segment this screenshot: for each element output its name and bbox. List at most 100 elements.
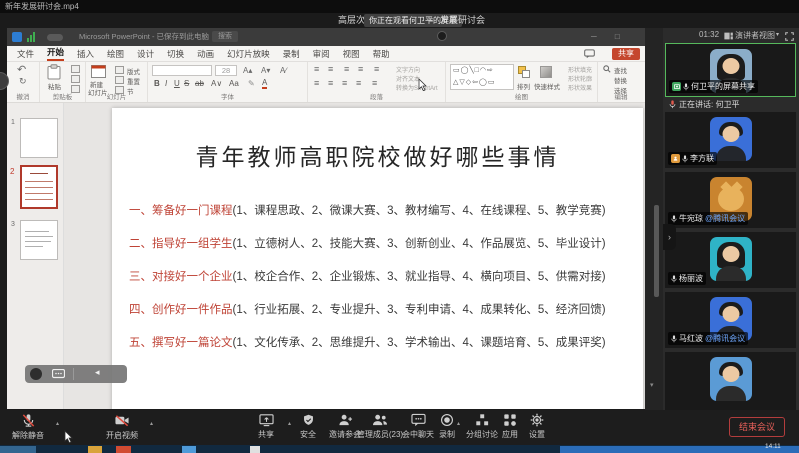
fullscreen-icon[interactable] [785, 32, 794, 41]
bold-button[interactable]: B [154, 79, 160, 88]
find-label[interactable]: 查找 [614, 65, 627, 75]
clear-format-icon[interactable]: A∕ [280, 66, 287, 75]
indent-increase-icon[interactable]: ≡ [358, 64, 363, 74]
italic-button[interactable]: I [165, 79, 167, 88]
reset-label[interactable]: 重置 [127, 76, 140, 86]
align-right-icon[interactable]: ≡ [342, 78, 347, 88]
slide-item-lead: 五、撰写好一篇论文 [129, 337, 233, 349]
quick-styles-icon[interactable] [540, 66, 552, 78]
replace-label[interactable]: 替换 [614, 75, 627, 85]
font-name-combobox[interactable] [152, 65, 212, 76]
copy-icon[interactable] [71, 75, 80, 83]
arrange-icon[interactable] [518, 66, 530, 78]
arrange-label[interactable]: 排列 [517, 81, 530, 91]
tab-animations[interactable]: 动画 [197, 48, 214, 60]
share-screen-icon [259, 413, 274, 427]
comments-icon[interactable] [584, 49, 595, 59]
font-size-combobox[interactable]: 28 [215, 65, 237, 76]
paste-icon[interactable] [47, 64, 61, 80]
unmute-button[interactable]: 解除静音 [4, 413, 52, 441]
ribbon-group-drawing: ▭◯╲□◠⇨ △▽◇⇦◯▭ 排列 快速样式 形状填充 形状轮廓 形状效果 绘图 [446, 62, 598, 102]
participant-tile[interactable]: 马红波@腾讯会议 [665, 292, 796, 348]
undo-icon[interactable]: ↶ [17, 63, 26, 76]
speaking-indicator: 正在讲话: 何卫平 [669, 99, 739, 110]
settings-button[interactable]: 设置 [519, 413, 555, 440]
ppt-search-box[interactable]: 搜索 [212, 31, 238, 42]
text-direction-label[interactable]: 文字方向 [396, 65, 420, 74]
cut-icon[interactable] [71, 65, 80, 73]
tab-design[interactable]: 设计 [137, 48, 154, 60]
layout-label[interactable]: 版式 [127, 66, 140, 76]
font-color-button[interactable]: A [262, 79, 267, 89]
indent-decrease-icon[interactable]: ≡ [344, 64, 349, 74]
align-center-icon[interactable]: ≡ [328, 78, 333, 88]
tab-review[interactable]: 审阅 [313, 48, 330, 60]
redo-icon[interactable]: ↻ [19, 76, 27, 87]
account-avatar[interactable] [437, 31, 447, 41]
columns-icon[interactable]: ≡ [372, 78, 377, 88]
tab-slideshow[interactable]: 幻灯片放映 [227, 48, 270, 60]
video-options-caret-icon[interactable]: ▴ [150, 420, 153, 427]
slide[interactable]: 青年教师高职院校做好哪些事情 一、筹备好一门课程(1、课程思政、2、微课大赛、3… [112, 108, 643, 409]
align-text-label[interactable]: 对齐文本 [396, 74, 420, 83]
security-button[interactable]: 安全 [290, 413, 326, 440]
text-shadow-button[interactable]: ab [195, 79, 204, 88]
chevron-right-icon: › [668, 232, 671, 242]
tab-transitions[interactable]: 切换 [167, 48, 184, 60]
mute-options-caret-icon[interactable]: ▴ [56, 420, 59, 427]
autosave-toggle[interactable] [47, 34, 63, 41]
underline-button[interactable]: U [174, 79, 180, 88]
shape-outline-label[interactable]: 形状轮廓 [568, 74, 592, 83]
tab-home[interactable]: 开始 [47, 46, 64, 61]
thumbnail-slide-1[interactable] [20, 118, 58, 158]
ppt-share-button[interactable]: 共享 [612, 48, 640, 60]
tab-draw[interactable]: 绘图 [107, 48, 124, 60]
message-icon[interactable] [52, 369, 65, 379]
end-meeting-button[interactable]: 结束会议 [729, 417, 785, 437]
thumbnail-slide-2[interactable] [20, 165, 58, 209]
participant-suffix: @腾讯会议 [705, 213, 745, 224]
grow-font-icon[interactable]: A▴ [243, 66, 252, 75]
tab-help[interactable]: 帮助 [373, 48, 390, 60]
numbering-icon[interactable]: ≡ [328, 64, 333, 74]
highlight-pen-icon[interactable]: ✎ [248, 79, 255, 88]
quick-styles-label[interactable]: 快速样式 [534, 81, 560, 91]
sidebar-collapse-handle[interactable]: › [663, 224, 676, 250]
shapes-gallery[interactable]: ▭◯╲□◠⇨ △▽◇⇦◯▭ [450, 64, 514, 90]
tab-file[interactable]: 文件 [17, 48, 34, 60]
bullets-icon[interactable]: ≡ [314, 64, 319, 74]
collapse-left-icon[interactable]: ◂ [95, 367, 100, 378]
char-spacing-button[interactable]: A∨ [211, 79, 222, 88]
participant-tile[interactable]: 杨丽波 [665, 232, 796, 288]
shape-fill-label[interactable]: 形状填充 [568, 65, 592, 74]
ribbon-group-slides: 新建 幻灯片 版式 重置 节 幻灯片 [86, 62, 148, 102]
start-video-button[interactable]: 开启视频 [98, 413, 146, 441]
participant-name: 马红波 [679, 333, 703, 344]
tab-record[interactable]: 录制 [283, 48, 300, 60]
tab-view[interactable]: 视图 [343, 48, 360, 60]
justify-icon[interactable]: ≡ [356, 78, 361, 88]
emoji-icon[interactable] [30, 368, 42, 380]
paste-label[interactable]: 粘贴 [48, 81, 61, 91]
thumbnail-slide-3[interactable] [20, 220, 58, 260]
new-slide-icon[interactable] [91, 65, 106, 78]
participant-tile[interactable] [665, 352, 796, 410]
participant-tile[interactable]: 李方联 [665, 112, 796, 168]
line-spacing-icon[interactable]: ≡ [374, 64, 379, 74]
mic-muted-icon [21, 413, 36, 428]
strikethrough-button[interactable]: S [184, 79, 189, 88]
participant-tile[interactable]: 何卫平的屏幕共享 [665, 43, 796, 97]
change-case-button[interactable]: Aa [229, 79, 239, 88]
shrink-font-icon[interactable]: A▾ [261, 66, 270, 75]
vertical-scrollbar[interactable] [654, 205, 659, 297]
align-left-icon[interactable]: ≡ [314, 78, 319, 88]
participant-tile[interactable]: 牛宛琼@腾讯会议 [665, 172, 796, 228]
tab-insert[interactable]: 插入 [77, 48, 94, 60]
slide-item-lead: 四、创作好一件作品 [129, 304, 233, 316]
menu-icon[interactable]: ≡ [428, 13, 433, 28]
avatar [710, 237, 752, 281]
view-mode-selector[interactable]: 演讲者视图 [735, 30, 775, 41]
scroll-down-icon[interactable]: ▾ [650, 381, 654, 389]
view-mode-caret-icon[interactable]: ▾ [776, 31, 779, 38]
share-screen-button[interactable]: 共享 [246, 413, 286, 440]
